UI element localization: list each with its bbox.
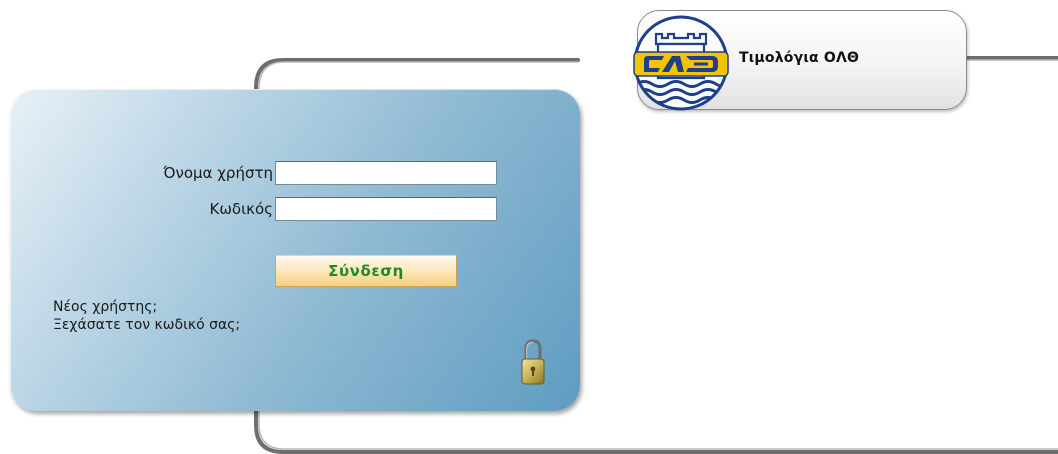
username-input[interactable] [275, 161, 497, 185]
new-user-link[interactable]: Νέος χρήστης; [53, 299, 157, 315]
forgot-password-link[interactable]: Ξεχάσατε τον κωδικό σας; [53, 317, 240, 333]
username-label: Όνομα χρήστη [163, 164, 273, 182]
olth-port-logo-icon [633, 15, 729, 111]
page-title: Τιμολόγια ΟΛΘ [739, 50, 860, 66]
password-label: Κωδικός [209, 200, 273, 218]
login-page: Τιμολόγια ΟΛΘ Όνομα χρήστη Κωδικός Σύνδε… [0, 0, 1058, 454]
padlock-icon [521, 339, 545, 385]
login-panel: Όνομα χρήστη Κωδικός Σύνδεση Νέος χρήστη… [10, 89, 580, 411]
login-button[interactable]: Σύνδεση [275, 255, 457, 287]
password-input[interactable] [275, 197, 497, 221]
